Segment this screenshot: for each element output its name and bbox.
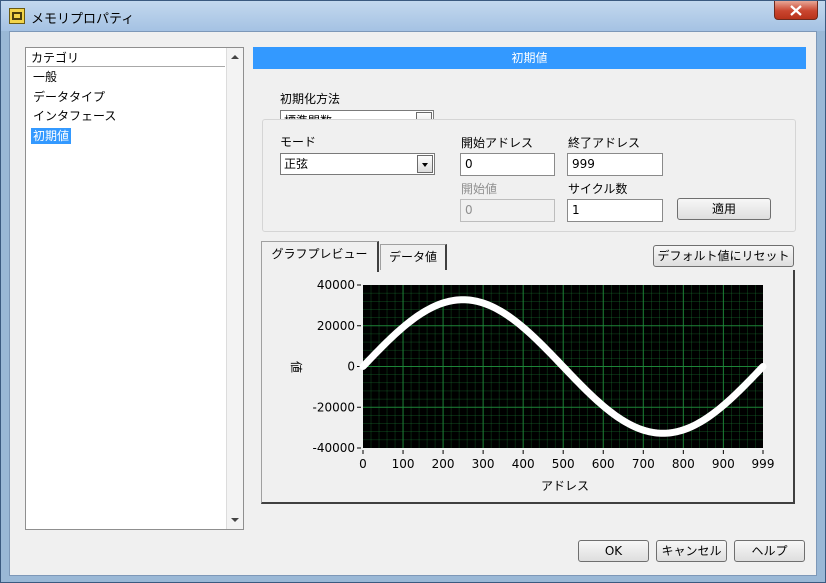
category-item-data-type[interactable]: データタイプ: [27, 88, 225, 108]
x-tick-label: 900: [712, 457, 735, 471]
reset-default-button[interactable]: デフォルト値にリセット: [653, 245, 794, 267]
start-value-label: 開始値: [461, 182, 498, 196]
category-header: カテゴリ: [27, 49, 225, 67]
x-tick-label: 999: [752, 457, 775, 471]
cancel-button[interactable]: キャンセル: [656, 540, 727, 562]
y-axis: 40000 20000 0 -20000 -40000: [312, 278, 361, 455]
x-tick-label: 300: [472, 457, 495, 471]
x-tick-label: 0: [359, 457, 367, 471]
y-tick-label: 0: [347, 360, 355, 374]
scroll-up-icon[interactable]: [231, 55, 239, 59]
window-title: メモリプロパティ: [31, 12, 135, 27]
x-tick-label: 600: [592, 457, 615, 471]
cycles-input[interactable]: 1: [567, 199, 663, 222]
ok-button[interactable]: OK: [578, 540, 649, 562]
app-icon: [9, 8, 25, 24]
category-scrollbar[interactable]: [226, 48, 243, 529]
help-button[interactable]: ヘルプ: [734, 540, 805, 562]
end-address-label: 終了アドレス: [568, 136, 641, 150]
x-tick-label: 400: [512, 457, 535, 471]
y-tick-label: 20000: [317, 319, 355, 333]
init-method-label: 初期化方法: [280, 92, 341, 106]
cycles-label: サイクル数: [568, 182, 628, 196]
category-item-general[interactable]: 一般: [27, 68, 225, 88]
x-tick-label: 700: [632, 457, 655, 471]
mode-label: モード: [280, 135, 317, 149]
title-bar[interactable]: メモリプロパティ: [1, 1, 825, 31]
y-tick-label: 40000: [317, 278, 355, 292]
x-tick-label: 500: [552, 457, 575, 471]
chevron-down-icon[interactable]: [417, 155, 433, 173]
start-address-input[interactable]: 0: [460, 153, 555, 176]
end-address-input[interactable]: 999: [567, 153, 663, 176]
close-icon: [790, 5, 802, 16]
category-list-panel: カテゴリ 一般 データタイプ インタフェース 初期値: [25, 47, 244, 530]
category-item-initial-value[interactable]: 初期値: [27, 127, 225, 147]
start-value-input: 0: [460, 199, 555, 222]
apply-button[interactable]: 適用: [677, 198, 771, 220]
dialog-client: カテゴリ 一般 データタイプ インタフェース 初期値 初期値 初期化方法 標準関…: [9, 31, 817, 576]
close-button[interactable]: [774, 1, 818, 20]
x-axis-label: アドレス: [541, 479, 589, 493]
start-address-label: 開始アドレス: [461, 136, 534, 150]
dialog-window: メモリプロパティ カテゴリ 一般 データタイプ インタフェース 初期値 初期値 …: [0, 0, 826, 583]
x-tick-label: 200: [432, 457, 455, 471]
y-tick-label: -40000: [312, 441, 355, 455]
scroll-down-icon[interactable]: [231, 518, 239, 522]
tab-data-values[interactable]: データ値: [380, 244, 447, 272]
sine-preview-chart: 40000 20000 0 -20000 -40000 0 100 200 300 400 500…: [289, 278, 774, 493]
y-axis-label: 値: [289, 361, 304, 373]
y-tick-label: -20000: [312, 400, 355, 414]
section-title: 初期値: [253, 47, 806, 69]
category-item-interface[interactable]: インタフェース: [27, 107, 225, 127]
x-tick-label: 100: [392, 457, 415, 471]
mode-dropdown[interactable]: 正弦: [280, 153, 435, 175]
x-axis: 0 100 200 300 400 500 600 700 800 900 999: [359, 450, 774, 471]
tab-graph-preview[interactable]: グラフプレビュー: [261, 241, 379, 272]
category-list: 一般 データタイプ インタフェース 初期値: [27, 68, 225, 146]
x-tick-label: 800: [672, 457, 695, 471]
mode-value: 正弦: [284, 157, 309, 171]
